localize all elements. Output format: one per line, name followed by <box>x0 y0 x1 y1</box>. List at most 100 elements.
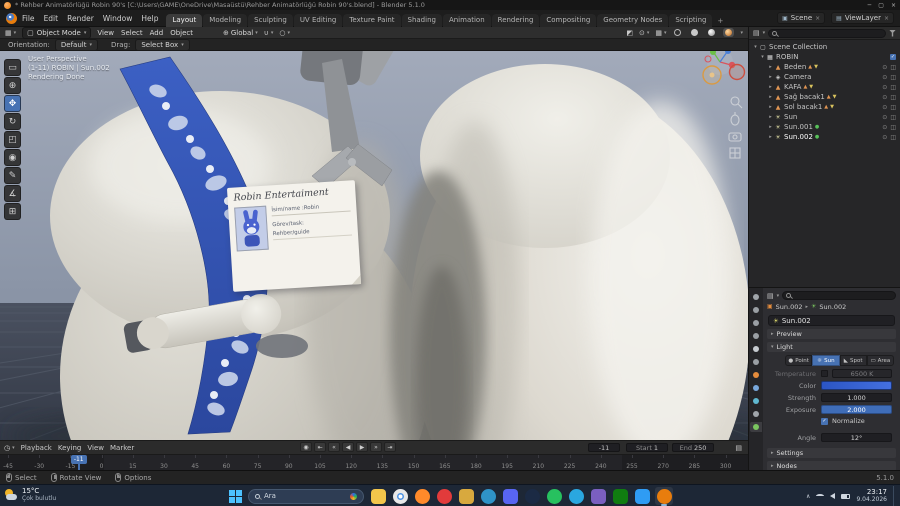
blender-app-icon[interactable] <box>6 12 17 24</box>
scene-unlink-icon[interactable]: × <box>815 15 820 22</box>
taskbar-clock[interactable]: 23:17 9.04.2026 <box>856 488 887 504</box>
taskbar-app-chrome[interactable] <box>391 487 409 505</box>
expand-arrow[interactable]: ▸ <box>767 104 774 110</box>
taskbar-app-vscode[interactable] <box>633 487 651 505</box>
properties-tab-physics[interactable] <box>750 396 762 406</box>
properties-tab-render[interactable] <box>750 305 762 315</box>
exposure-field[interactable]: 2.000 <box>821 405 892 414</box>
light-name-field[interactable]: ☀ Sun.002 <box>768 315 895 326</box>
workspace-tab-scripting[interactable]: Scripting <box>669 13 713 27</box>
expand-arrow[interactable]: ▾ <box>752 44 759 50</box>
taskbar-search-input[interactable]: Ara <box>248 488 364 504</box>
hide-viewport-icon[interactable]: ⊙ <box>882 124 887 131</box>
tool-scale[interactable]: ◰ <box>4 131 21 148</box>
tool-measure[interactable]: ∡ <box>4 185 21 202</box>
temperature-checkbox[interactable] <box>821 370 828 377</box>
taskbar-weather-widget[interactable]: 15°C Çok bulutlu <box>4 487 56 503</box>
menu-render[interactable]: Render <box>67 14 94 23</box>
viewport-menu-select[interactable]: Select <box>121 29 143 37</box>
outliner-item-camera[interactable]: ▸ ◈ Camera ⊙ ◫ <box>749 72 900 82</box>
editor-type-selector[interactable]: ▦ ▾ <box>5 29 16 37</box>
gizmo-dropdown[interactable]: ⊙ ▾ <box>639 29 649 37</box>
outliner-item-sun-002[interactable]: ▸ ☀ Sun.002 ● ⊙ ◫ <box>749 132 900 142</box>
selectability-icon[interactable]: ◩ <box>626 29 633 37</box>
taskbar-app-firefox[interactable] <box>413 487 431 505</box>
menu-help[interactable]: Help <box>141 14 158 23</box>
workspace-tab-texture-paint[interactable]: Texture Paint <box>343 13 401 27</box>
viewport-menu-object[interactable]: Object <box>170 29 193 37</box>
timeline-options-icon[interactable]: ▤ <box>735 444 742 452</box>
tool-add-cube[interactable]: ⊞ <box>4 203 21 220</box>
workspace-tab-shading[interactable]: Shading <box>401 13 442 27</box>
properties-editor-icon[interactable]: ▤ <box>767 292 774 300</box>
expand-arrow[interactable]: ▸ <box>767 74 774 80</box>
shading-rendered-button[interactable] <box>723 28 735 37</box>
filter-icon[interactable] <box>889 29 896 37</box>
properties-tab-world[interactable] <box>750 357 762 367</box>
taskbar-app-blender[interactable] <box>655 487 673 506</box>
jump-start-button[interactable]: ⇤ <box>314 442 326 452</box>
taskbar-app-edge[interactable] <box>479 487 497 505</box>
mode-dropdown[interactable]: ▢ Object Mode ▾ <box>22 26 92 39</box>
workspace-tab-compositing[interactable]: Compositing <box>540 13 597 27</box>
properties-tab-constraints[interactable] <box>750 409 762 419</box>
strength-field[interactable]: 1.000 <box>821 393 892 402</box>
normalize-checkbox[interactable]: ✓ <box>821 417 828 425</box>
add-workspace-button[interactable]: + <box>713 15 727 27</box>
next-key-button[interactable]: » <box>370 442 382 452</box>
orientation-setting-dropdown[interactable]: Default ▾ <box>54 38 98 51</box>
nodes-panel-header[interactable]: ▸ Nodes <box>767 461 896 470</box>
expand-arrow[interactable]: ▾ <box>759 54 766 60</box>
frame-start-field[interactable]: Start 1 <box>626 443 668 452</box>
timeline-ruler[interactable]: -45 -30 -15 0 15 30 45 60 75 90 105 120 135 150 165 180… <box>0 454 748 471</box>
properties-tab-output[interactable] <box>750 318 762 328</box>
hide-viewport-icon[interactable]: ⊙ <box>882 94 887 101</box>
auto-key-button[interactable]: ◉ <box>300 442 312 452</box>
light-gizmo-sun001[interactable] <box>728 63 746 81</box>
viewlayer-selector[interactable]: ▤ ViewLayer × <box>831 12 894 24</box>
shading-material-button[interactable] <box>706 28 717 37</box>
disable-render-icon[interactable]: ◫ <box>890 104 896 111</box>
taskbar-app-telegram[interactable] <box>567 487 585 505</box>
taskbar-app-file-explorer[interactable] <box>369 487 387 505</box>
expand-arrow[interactable]: ▸ <box>767 134 774 140</box>
show-desktop-button[interactable] <box>893 486 896 506</box>
close-button[interactable]: × <box>891 2 896 9</box>
light-type-sun[interactable]: ☼ Sun <box>812 355 840 366</box>
outliner-search-input[interactable] <box>768 28 886 38</box>
properties-tab-object-data[interactable] <box>750 422 762 432</box>
light-gizmo-sun002[interactable] <box>702 65 722 85</box>
outliner-collection-robin[interactable]: ▾ ▦ ROBIN ✓ <box>749 52 900 62</box>
viewlayer-unlink-icon[interactable]: × <box>884 15 889 22</box>
viewport-menu-add[interactable]: Add <box>150 29 164 37</box>
proportional-editing-dropdown[interactable]: ○ ▾ <box>279 29 290 37</box>
taskbar-app-viber[interactable] <box>589 487 607 505</box>
hide-viewport-icon[interactable]: ⊙ <box>882 84 887 91</box>
tool-move[interactable]: ✥ <box>4 95 21 112</box>
disable-render-icon[interactable]: ◫ <box>890 114 896 121</box>
light-type-area[interactable]: ▭ Area <box>866 355 894 366</box>
viewport-3d[interactable]: User Perspective (1-11) ROBIN | Sun.002 … <box>0 51 748 440</box>
outliner-item-kafa[interactable]: ▸ ▲ KAFA ▲ ▼ ⊙ ◫ <box>749 82 900 92</box>
tray-expand-icon[interactable]: ∧ <box>806 493 810 500</box>
menu-edit[interactable]: Edit <box>44 14 59 23</box>
workspace-tab-geometry-nodes[interactable]: Geometry Nodes <box>597 13 669 27</box>
properties-tab-object[interactable] <box>750 370 762 380</box>
preview-panel-header[interactable]: ▸ Preview <box>767 329 896 339</box>
settings-panel-header[interactable]: ▸ Settings <box>767 448 896 458</box>
shading-solid-button[interactable] <box>689 28 700 37</box>
hide-viewport-icon[interactable]: ⊙ <box>882 134 887 141</box>
hide-viewport-icon[interactable]: ⊙ <box>882 64 887 71</box>
taskbar-app-opera[interactable] <box>435 487 453 505</box>
tool-select[interactable]: ▭ <box>4 59 21 76</box>
disable-render-icon[interactable]: ◫ <box>890 124 896 131</box>
workspace-tab-uv-editing[interactable]: UV Editing <box>293 13 343 27</box>
volume-icon[interactable] <box>830 493 836 499</box>
hide-viewport-icon[interactable]: ⊙ <box>882 74 887 81</box>
light-type-spot[interactable]: ◣ Spot <box>839 355 867 366</box>
timeline-menu-playback[interactable]: Playback <box>21 444 52 452</box>
workspace-tab-layout[interactable]: Layout <box>166 13 203 27</box>
workspace-tab-rendering[interactable]: Rendering <box>491 13 540 27</box>
overlays-dropdown[interactable]: ▦ ▾ <box>655 29 666 37</box>
properties-tab-view-layer[interactable] <box>750 331 762 341</box>
